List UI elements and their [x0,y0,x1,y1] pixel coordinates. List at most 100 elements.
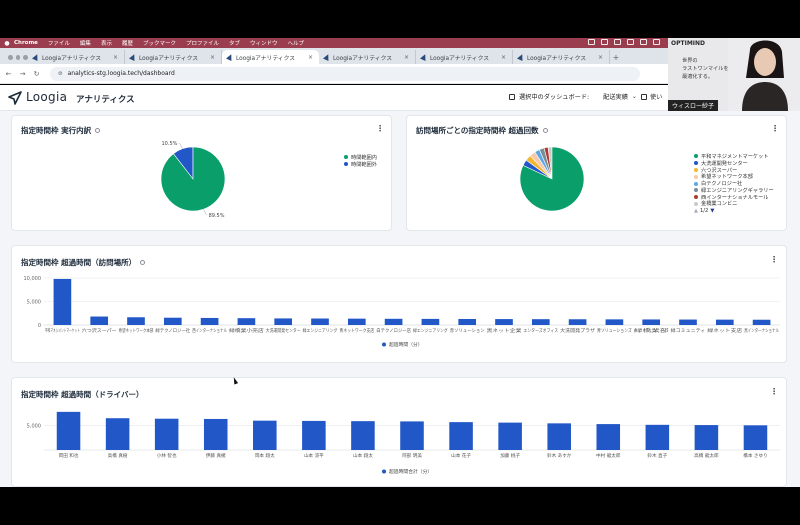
legend-item[interactable]: 時間範囲外 [344,161,377,168]
bar[interactable] [642,319,661,325]
window-close-icon[interactable] [8,54,13,60]
x-tick-label: 山本 翔太 [353,452,373,459]
x-tick-label: 緑エンジニアリング [413,327,448,334]
menu-chrome[interactable]: Chrome [14,40,38,46]
bar[interactable] [203,418,228,450]
bar[interactable] [400,421,424,450]
bar-chart-driver: 5,000 岡田 和也 高橋 真樹 小林 智也 伊藤 真緒 岡本 翔太 山本 涼平 山本 翔太… [27,411,780,475]
url-text: analytics-stg.loogia.tech/dashboard [67,70,175,77]
bar[interactable] [163,317,182,325]
legend-swatch [694,167,698,172]
bar[interactable] [127,317,145,325]
bar[interactable] [200,317,219,325]
bar[interactable] [531,319,550,325]
browser-tab[interactable]: Loogiaアナリティクス × [319,50,416,64]
status-icon[interactable] [588,39,595,45]
menu-help[interactable]: ヘルプ [288,39,305,47]
bar[interactable] [694,425,719,450]
back-icon[interactable]: ← [3,70,14,78]
bar[interactable] [605,319,624,325]
tab-close-icon[interactable]: × [598,54,603,61]
bar[interactable] [105,418,130,450]
book-icon [641,93,647,100]
x-tick-label: 西インターナショナル [192,327,227,334]
menu-bookmarks[interactable]: ブックマーク [143,39,176,47]
legend-item[interactable]: 金橋業コンビニ [694,201,774,207]
legend-swatch [694,201,698,206]
tab-close-icon[interactable]: × [210,54,215,61]
bar[interactable] [90,316,109,325]
x-tick-label: 中村 龍太郎 [596,452,621,459]
reload-icon[interactable]: ↻ [31,70,42,78]
bar[interactable] [274,318,293,325]
site-info-icon[interactable]: ⊜ [58,71,63,77]
dashboard-selector[interactable]: 選択中のダッシュボード: 配送実績 ⌄ [509,92,637,101]
bar[interactable] [679,319,697,325]
legend-label[interactable]: 超過時間（分） [389,341,423,348]
tab-close-icon[interactable]: × [113,54,118,61]
menu-tab[interactable]: タブ [229,39,240,47]
bar[interactable] [568,319,587,325]
bar[interactable] [547,423,571,450]
pie-legend: 時間範囲内 時間範囲外 [344,154,377,168]
bar[interactable] [351,421,375,450]
tab-close-icon[interactable]: × [308,54,313,61]
menu-view[interactable]: 表示 [101,39,112,47]
brand-name: Loogia [26,90,68,104]
bar[interactable] [458,318,477,325]
menu-profile[interactable]: プロファイル [186,39,219,47]
x-tick-label: 白テクノロジー店 [376,327,411,334]
new-tab-button[interactable]: + [610,50,622,64]
tab-close-icon[interactable]: × [501,54,506,61]
bar[interactable] [302,420,326,450]
bar[interactable] [495,319,513,325]
legend-next-icon[interactable]: ▼ [710,208,714,214]
menu-edit[interactable]: 編集 [80,39,91,47]
menu-file[interactable]: ファイル [48,39,70,47]
chevron-down-icon: ⌄ [631,93,637,100]
tab-close-icon[interactable]: × [404,54,409,61]
loogia-favicon-icon [420,53,428,61]
bar[interactable] [154,418,179,450]
forward-icon[interactable]: → [17,70,28,78]
bar[interactable] [421,318,440,325]
status-icon[interactable] [601,39,608,45]
bar[interactable] [347,318,366,325]
bar[interactable] [56,411,81,450]
bar[interactable] [645,424,670,450]
status-icon[interactable] [653,39,660,45]
bar[interactable] [715,319,734,325]
pie-slice[interactable] [160,146,226,212]
browser-tab-active[interactable]: Loogiaアナリティクス × [222,50,319,64]
browser-tab[interactable]: Loogiaアナリティクス × [28,50,125,64]
bar[interactable] [752,319,771,325]
bar[interactable] [596,424,621,450]
menu-history[interactable]: 履歴 [122,39,133,47]
browser-tab[interactable]: Loogiaアナリティクス × [513,50,610,64]
menu-window[interactable]: ウィンドウ [250,39,278,47]
legend-prev-icon[interactable]: ▲ [694,208,698,214]
x-tick-label: 大洗開発プラザ [560,327,595,334]
legend-swatch [344,162,348,167]
loogia-favicon-icon [226,53,234,61]
apple-icon[interactable]: ● [0,40,14,47]
window-minimize-icon[interactable] [15,54,21,60]
x-tick-label: 小林 智也 [157,452,177,459]
status-icon[interactable] [627,39,634,45]
bar[interactable] [53,278,72,325]
bar[interactable] [449,422,473,450]
dashboard-icon [509,93,515,100]
status-icon[interactable] [640,39,647,45]
bar[interactable] [253,420,277,450]
browser-tab[interactable]: Loogiaアナリティクス × [416,50,513,64]
browser-tab[interactable]: Loogiaアナリティクス × [125,50,222,64]
bar[interactable] [743,425,768,450]
bar[interactable] [237,318,256,325]
bar[interactable] [311,318,329,325]
status-icon[interactable] [614,39,621,45]
legend-label[interactable]: 超過時間合計（分） [389,468,432,475]
address-bar[interactable]: ⊜ analytics-stg.loogia.tech/dashboard [50,66,640,81]
usage-button[interactable]: 使い [641,92,662,101]
bar[interactable] [498,422,522,450]
bar[interactable] [384,318,403,325]
